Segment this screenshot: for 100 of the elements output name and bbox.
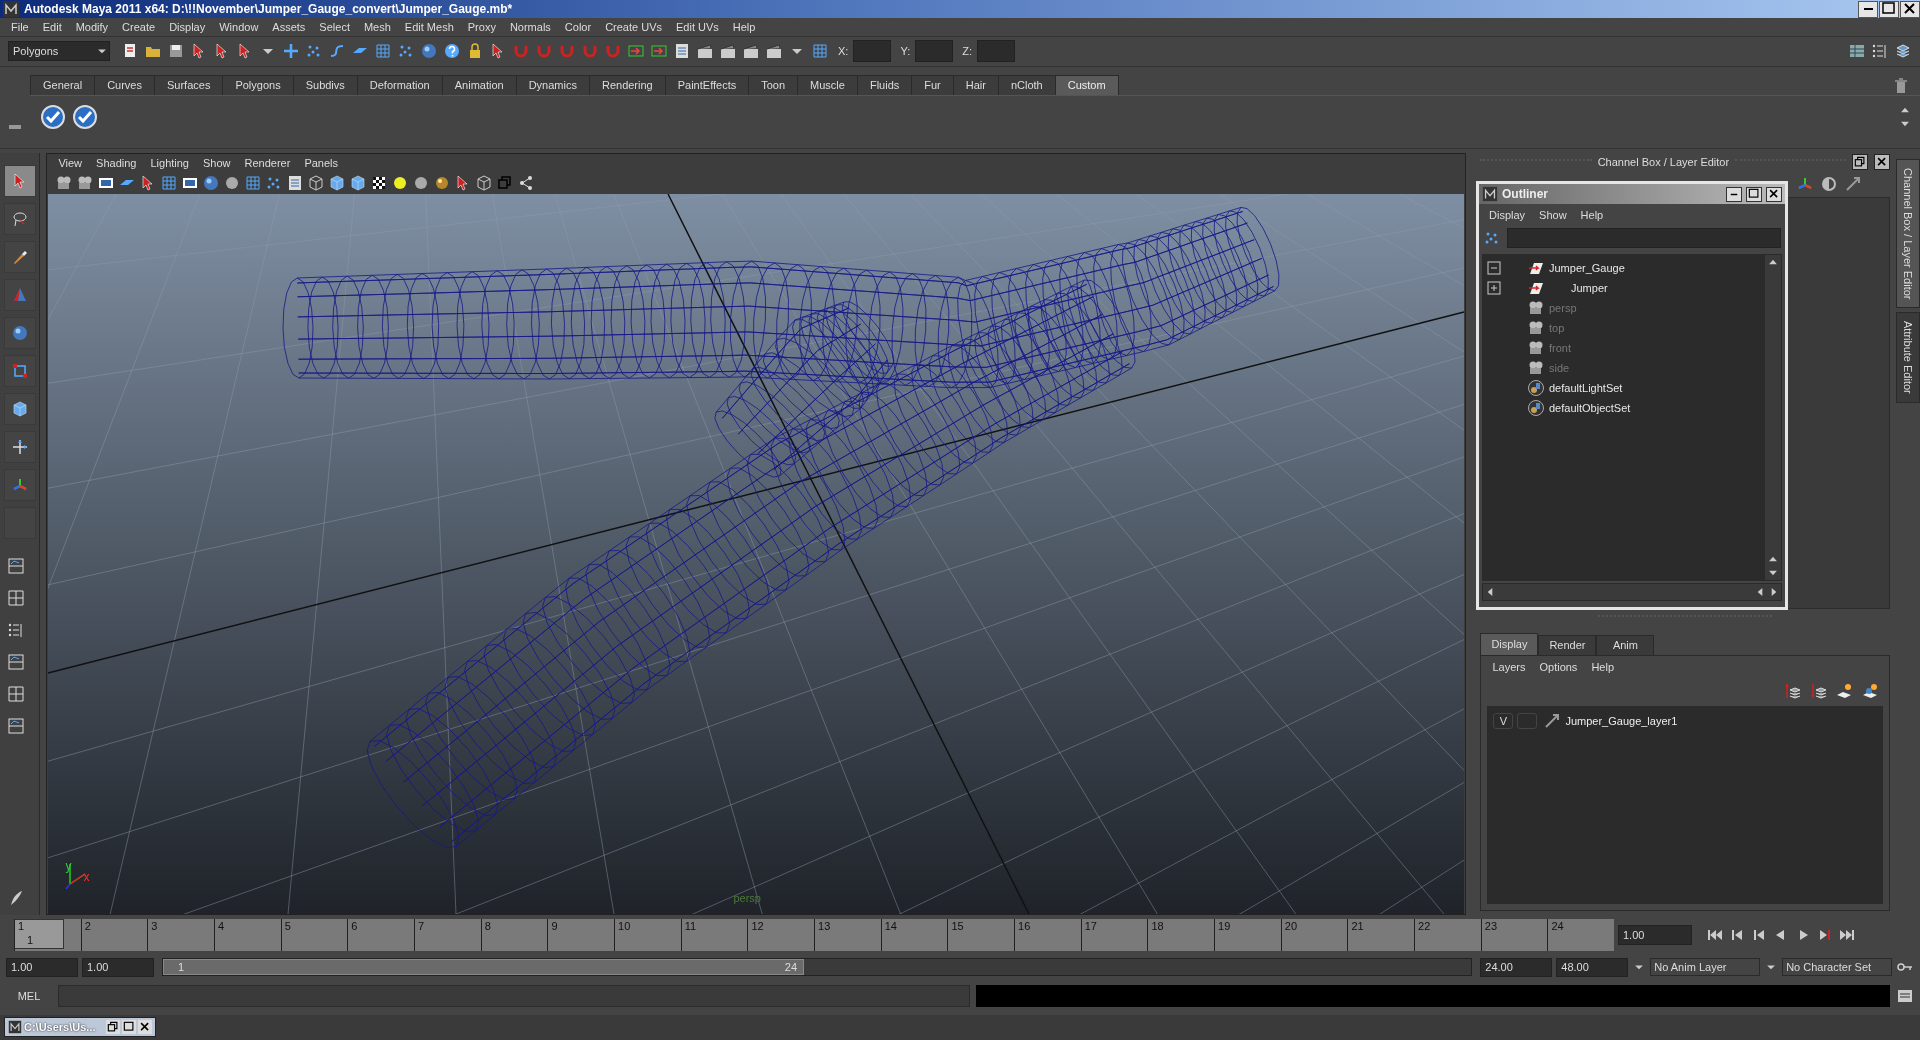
- clapboard-icon[interactable]: [696, 42, 714, 61]
- menu-item[interactable]: Color: [557, 20, 599, 33]
- shelf-tab[interactable]: Fur: [911, 74, 954, 95]
- shelf-tab[interactable]: Toon: [748, 74, 799, 95]
- layer-editor-tab[interactable]: Display: [1480, 632, 1539, 655]
- menu-item[interactable]: Shading: [89, 156, 144, 169]
- maximize-button[interactable]: [1746, 186, 1762, 202]
- shelf-tab[interactable]: Subdivs: [292, 74, 358, 95]
- cube-icon[interactable]: [349, 173, 368, 192]
- range-slider-handle[interactable]: 1 24: [163, 959, 805, 976]
- time-slider[interactable]: 1 1 2 3 4 5 6 7 8 9 10 11 12 13 14 15 16 17 18 19 20 21 22 23 24: [14, 919, 1614, 952]
- menu-item[interactable]: Renderer: [237, 156, 298, 169]
- close-button[interactable]: [1766, 186, 1782, 202]
- close-button[interactable]: [1900, 0, 1920, 18]
- outliner-item[interactable]: Jumper: [1571, 282, 1608, 294]
- shelf-tab[interactable]: Rendering: [588, 74, 666, 95]
- search-field[interactable]: [1507, 228, 1781, 248]
- layer-editor-tab[interactable]: Render: [1538, 634, 1597, 655]
- menu-item[interactable]: File: [4, 20, 36, 33]
- lasso-icon[interactable]: [10, 209, 29, 228]
- scale-handles-icon[interactable]: [10, 361, 29, 380]
- layers-up-icon[interactable]: [1783, 681, 1802, 700]
- menu-item[interactable]: Lighting: [143, 156, 196, 169]
- range-start-field[interactable]: 1.00: [82, 957, 154, 977]
- start-time-field[interactable]: 1.00: [6, 957, 78, 977]
- layer-editor-tab[interactable]: Anim: [1596, 634, 1655, 655]
- menu-item[interactable]: Normals: [502, 20, 558, 33]
- menu-item[interactable]: Edit: [35, 20, 69, 33]
- playback-toggle[interactable]: [1517, 712, 1538, 729]
- character-set-dropdown[interactable]: No Character Set: [1782, 958, 1892, 977]
- menu-item[interactable]: Help: [1573, 209, 1611, 221]
- restore-button[interactable]: [1852, 153, 1869, 170]
- move-arrows-icon[interactable]: [10, 437, 29, 456]
- menu-item[interactable]: Help: [725, 20, 763, 33]
- menu-item[interactable]: Mesh: [356, 20, 398, 33]
- trash-can-icon[interactable]: [1892, 76, 1910, 95]
- grid-icon[interactable]: [374, 42, 392, 61]
- menu-item[interactable]: Options: [1532, 660, 1585, 673]
- outliner-item[interactable]: Jumper_Gauge: [1549, 262, 1625, 274]
- clapboard-icon[interactable]: [765, 42, 783, 61]
- shelf-tab[interactable]: Fluids: [856, 74, 913, 95]
- menu-item[interactable]: Proxy: [460, 20, 503, 33]
- menu-item[interactable]: Window: [212, 20, 266, 33]
- check-circle-icon[interactable]: [40, 103, 66, 130]
- range-end-field[interactable]: 24.00: [1480, 957, 1553, 977]
- expand-icon[interactable]: [1485, 279, 1503, 297]
- cube-icon[interactable]: [10, 399, 29, 418]
- sphere-icon[interactable]: [420, 42, 438, 61]
- shelf-tab[interactable]: Muscle: [797, 74, 858, 95]
- menu-item[interactable]: Select: [312, 20, 357, 33]
- sphere-icon[interactable]: [202, 173, 221, 192]
- coordinate-field[interactable]: [915, 40, 954, 63]
- menu-item[interactable]: Show: [1532, 209, 1574, 221]
- side-tab[interactable]: Channel Box / Layer Editor: [1896, 158, 1920, 309]
- shelf-tab[interactable]: Dynamics: [515, 74, 590, 95]
- coordinate-field[interactable]: [977, 40, 1015, 63]
- horizontal-scrollbar[interactable]: [1482, 583, 1782, 601]
- minimize-button[interactable]: [1858, 0, 1878, 18]
- menu-item[interactable]: Display: [162, 20, 213, 33]
- minimize-button[interactable]: [1726, 186, 1742, 202]
- side-tab[interactable]: Attribute Editor: [1896, 312, 1920, 404]
- menu-item[interactable]: Edit UVs: [669, 20, 726, 33]
- menu-item[interactable]: Edit Mesh: [397, 20, 461, 33]
- shelf-tab[interactable]: General: [30, 74, 96, 95]
- help-icon[interactable]: [443, 42, 461, 61]
- menu-item[interactable]: Panels: [297, 156, 346, 169]
- maximize-button[interactable]: [1879, 0, 1899, 18]
- shelf-tab[interactable]: PaintEffects: [664, 74, 750, 95]
- wire-cube-icon[interactable]: [475, 173, 494, 192]
- maximize-icon[interactable]: [121, 1020, 136, 1035]
- sphere-icon[interactable]: [10, 323, 29, 342]
- current-time-field[interactable]: 1.00: [1618, 925, 1692, 946]
- command-language-label[interactable]: MEL: [6, 989, 52, 1002]
- shelf-tab[interactable]: Hair: [952, 74, 999, 95]
- menu-item[interactable]: Layers: [1485, 660, 1533, 673]
- coordinate-field[interactable]: [853, 40, 892, 63]
- close-icon[interactable]: [137, 1020, 152, 1035]
- layer-name[interactable]: Jumper_Gauge_layer1: [1565, 714, 1678, 727]
- clapboard-icon[interactable]: [719, 42, 737, 61]
- menu-item[interactable]: Create UVs: [598, 20, 669, 33]
- grid-icon[interactable]: [244, 173, 263, 192]
- menu-item[interactable]: Help: [1584, 660, 1621, 673]
- anim-layer-dropdown[interactable]: No Anim Layer: [1650, 958, 1761, 977]
- menu-item[interactable]: Assets: [265, 20, 313, 33]
- list-settings-icon[interactable]: [1871, 42, 1889, 61]
- shelf-tab[interactable]: Surfaces: [154, 74, 224, 95]
- layers-down-icon[interactable]: [1809, 681, 1828, 700]
- cube-icon[interactable]: [328, 173, 347, 192]
- visibility-toggle[interactable]: V: [1493, 712, 1514, 729]
- end-time-field[interactable]: 48.00: [1556, 957, 1629, 977]
- collapse-icon[interactable]: [1485, 259, 1503, 277]
- clipboard-icon[interactable]: [673, 42, 691, 61]
- menu-item[interactable]: Modify: [68, 20, 116, 33]
- grid-icon[interactable]: [811, 42, 829, 61]
- shelf-tab[interactable]: Curves: [94, 74, 155, 95]
- shelf-tab[interactable]: Deformation: [356, 74, 443, 95]
- shelf-tab[interactable]: Animation: [441, 74, 517, 95]
- shelf-tab[interactable]: nCloth: [997, 74, 1056, 95]
- outliner-item[interactable]: defaultObjectSet: [1549, 402, 1631, 414]
- plus-cross-icon[interactable]: [282, 42, 300, 61]
